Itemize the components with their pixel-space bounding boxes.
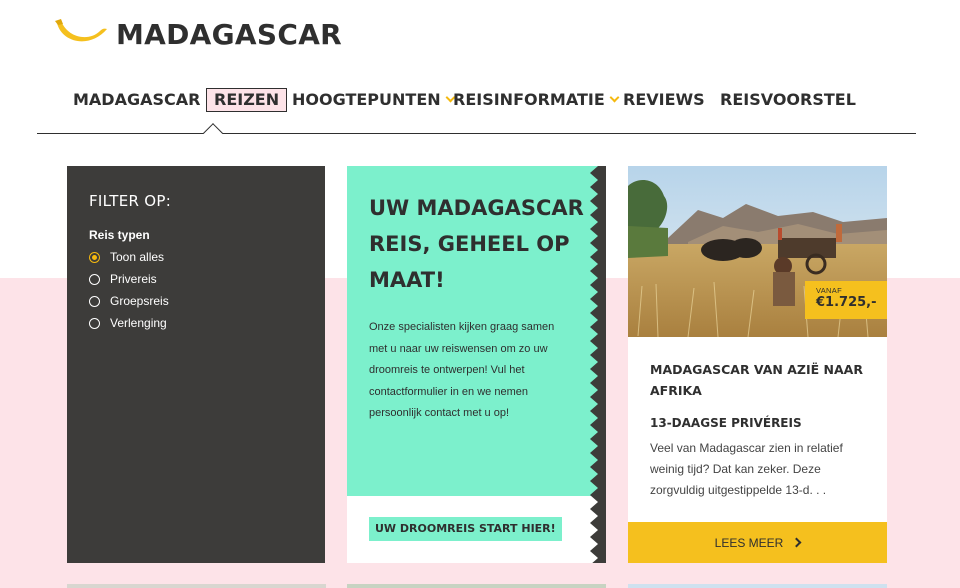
radio-checked-icon[interactable]: [89, 251, 100, 263]
trip-description: Veel van Madagascar zien in relatief wei…: [650, 441, 843, 497]
nav-item-reizen[interactable]: REIZEN: [206, 88, 288, 112]
droomreis-button[interactable]: UW DROOMREIS START HIER!: [369, 517, 562, 541]
promo-card: UW MADAGASCAR REIS, GEHEEL OP MAAT! Onze…: [347, 166, 606, 563]
filter-title: FILTER OP:: [89, 192, 172, 210]
price-prefix: VANAF: [816, 286, 842, 295]
next-card-1[interactable]: [67, 584, 326, 588]
nav-label: HOOGTEPUNTEN: [292, 90, 441, 109]
next-card-2[interactable]: [347, 584, 606, 588]
filter-option-label: Verlenging: [110, 316, 167, 330]
filter-group-label: Reis typen: [89, 228, 150, 242]
nav-label: REISINFORMATIE: [453, 90, 605, 109]
logo-text: MADAGASCAR: [116, 17, 343, 51]
filter-panel: FILTER OP: Reis typen Toon alles Privere…: [67, 166, 325, 563]
nav-label: MADAGASCAR: [73, 90, 201, 109]
nav-item-reviews[interactable]: REVIEWS: [623, 86, 705, 114]
filter-option-groepsreis[interactable]: Groepsreis: [89, 294, 303, 308]
filter-option-label: Privereis: [110, 272, 157, 286]
trip-type: 13-DAAGSE PRIVÉREIS: [650, 416, 802, 430]
chevron-down-icon: [609, 92, 620, 103]
nav-item-hoogtepunten[interactable]: HOOGTEPUNTEN: [292, 86, 456, 114]
nav-item-reisvoorstel[interactable]: REISVOORSTEL: [720, 86, 856, 114]
radio-icon[interactable]: [89, 317, 100, 329]
filter-option-label: Toon alles: [110, 250, 165, 264]
filter-option-verlenging[interactable]: Verlenging: [89, 316, 303, 330]
trip-title[interactable]: MADAGASCAR VAN AZIË NAAR AFRIKA: [650, 359, 870, 401]
filter-option-label: Groepsreis: [110, 294, 169, 308]
promo-heading: UW MADAGASCAR REIS, GEHEEL OP MAAT!: [369, 196, 584, 292]
radio-icon[interactable]: [89, 273, 100, 285]
active-nav-caret: [203, 123, 223, 143]
radio-icon[interactable]: [89, 295, 100, 307]
nav-label: REIZEN: [214, 90, 280, 109]
trip-photo[interactable]: VANAF €1.725,-: [628, 166, 887, 337]
nav-label: REVIEWS: [623, 90, 705, 109]
price-tag: VANAF €1.725,-: [805, 281, 887, 319]
filter-option-toon-alles[interactable]: Toon alles: [89, 250, 303, 264]
price-value: €1.725,-: [816, 295, 877, 310]
banana-icon: [55, 19, 107, 42]
main-nav: MADAGASCAR REIZEN HOOGTEPUNTEN REISINFOR…: [0, 86, 960, 116]
filter-option-privereis[interactable]: Privereis: [89, 272, 303, 286]
zigzag-edge: [590, 166, 606, 563]
site-logo[interactable]: MADAGASCAR: [54, 14, 342, 54]
lees-meer-label: LEES MEER: [714, 535, 784, 550]
chevron-right-icon: [791, 537, 802, 548]
lees-meer-button[interactable]: LEES MEER: [628, 522, 887, 563]
nav-item-madagascar[interactable]: MADAGASCAR: [73, 86, 200, 114]
nav-label: REISVOORSTEL: [720, 90, 856, 109]
next-card-3[interactable]: [628, 584, 887, 588]
promo-body: Onze specialisten kijken graag samen met…: [369, 321, 555, 419]
trip-card[interactable]: VANAF €1.725,- MADAGASCAR VAN AZIË NAAR …: [628, 166, 887, 563]
nav-divider: [37, 133, 916, 134]
nav-item-reisinformatie[interactable]: REISINFORMATIE: [453, 86, 620, 114]
